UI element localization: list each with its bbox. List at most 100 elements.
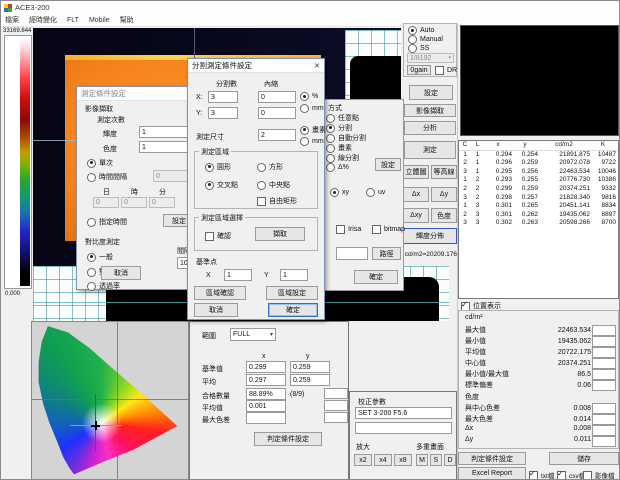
radio-manual[interactable]: Manual xyxy=(408,35,443,44)
close-icon[interactable]: ✕ xyxy=(314,62,320,70)
free-rect-checkbox[interactable]: 自由矩形 xyxy=(257,196,297,206)
measurement-listbox[interactable]: C L x y cd/m2 K 110.2940.25421891.875104… xyxy=(458,140,619,299)
radio-transmittance[interactable]: 透過率 xyxy=(87,281,120,291)
measure-condition-dialog[interactable]: 測定條件設定 影像擷取 測定次數 輝度 1 色度 1 單次 時間間隔 0 日 時… xyxy=(76,86,198,290)
zoom-x4-button[interactable]: x4 xyxy=(374,454,392,466)
radio-auto-split[interactable]: 自動分割 xyxy=(326,133,366,143)
area-set-button[interactable]: 區域設定 xyxy=(266,286,318,300)
table-row[interactable]: 120.2930.25520776.73010386 xyxy=(459,176,618,185)
judge-condition-button-2[interactable]: 判定條件設定 xyxy=(458,452,526,465)
y-division-field[interactable]: 3 xyxy=(208,107,238,119)
average-y-field[interactable]: 0.259 xyxy=(290,374,330,386)
image-capture-button[interactable]: 影像擷取 xyxy=(404,104,456,117)
radio-percent[interactable]: % xyxy=(300,92,318,101)
irisa-checkbox[interactable]: Irisa xyxy=(336,225,361,234)
split-ok-button[interactable]: 確定 xyxy=(268,303,318,317)
radio-split[interactable]: 分割 xyxy=(326,123,352,133)
title-bar[interactable]: ACE3-200 xyxy=(1,1,620,14)
zero-gain-button[interactable]: 0gain xyxy=(407,65,431,75)
multi-s-button[interactable]: S xyxy=(430,454,442,466)
luminance-distribution-button[interactable]: 輝度分佈 xyxy=(403,228,457,244)
table-row[interactable]: 320.2980.25721828.3409816 xyxy=(459,194,618,203)
capture-preview[interactable] xyxy=(460,25,619,136)
confirm-checkbox[interactable]: 確認 xyxy=(205,231,231,241)
txt-file-checkbox[interactable]: txt檔 xyxy=(529,470,554,480)
bitmap-checkbox[interactable]: bitmap xyxy=(372,225,405,234)
radio-single[interactable]: 單次 xyxy=(87,158,113,168)
table-row[interactable]: 310.2950.25622463.53410046 xyxy=(459,168,618,177)
radio-ss[interactable]: SS xyxy=(408,44,429,53)
base-x-field[interactable]: 1 xyxy=(224,269,252,281)
average-x-field[interactable]: 0.297 xyxy=(246,374,286,386)
delta-xy-button[interactable]: Δxy xyxy=(403,208,429,223)
menu-file[interactable]: 檔案 xyxy=(5,15,19,25)
analyze-button[interactable]: 分析 xyxy=(404,121,456,135)
radio-time-interval[interactable]: 時間間隔 xyxy=(87,172,127,182)
menu-flt[interactable]: FLT xyxy=(67,17,79,24)
area-confirm-button[interactable]: 區域確認 xyxy=(194,286,246,300)
delta-x-button[interactable]: Δx xyxy=(403,187,429,202)
delta-y-button[interactable]: Δy xyxy=(431,187,457,202)
radio-line-split[interactable]: 線分割 xyxy=(326,153,359,163)
radio-cross-point[interactable]: 交叉點 xyxy=(205,180,238,190)
radio-specified-time[interactable]: 指定時間 xyxy=(87,217,127,227)
capture-area-button[interactable]: 擷取 xyxy=(255,227,305,241)
excel-report-button[interactable]: Excel Report xyxy=(458,467,526,480)
zoom-x8-button[interactable]: x8 xyxy=(394,454,412,466)
radio-uv[interactable]: uv xyxy=(366,188,385,197)
menu-mobile[interactable]: Mobile xyxy=(89,17,110,24)
method-set-button[interactable]: 設定 xyxy=(375,158,401,171)
zoom-x2-button[interactable]: x2 xyxy=(354,454,372,466)
split-cancel-button[interactable]: 取消 xyxy=(194,303,238,317)
chroma-count-field[interactable]: 1 xyxy=(139,141,191,153)
method-ok-button[interactable]: 確定 xyxy=(354,270,398,284)
radio-circle[interactable]: 圓形 xyxy=(205,162,231,172)
y-inset-field[interactable]: 0 xyxy=(258,107,296,119)
dr-checkbox[interactable]: DR xyxy=(435,66,457,75)
measure-cancel-button[interactable]: 取消 xyxy=(101,266,141,280)
menu-time-change[interactable]: 經時變化 xyxy=(29,15,57,25)
save-button[interactable]: 儲存 xyxy=(549,452,619,465)
table-row[interactable]: 230.3010.26219435.0628897 xyxy=(459,211,618,220)
path-button[interactable]: 路徑 xyxy=(372,247,401,260)
menu-help[interactable]: 幫助 xyxy=(120,15,134,25)
multi-d-button[interactable]: D xyxy=(444,454,456,466)
radio-normal[interactable]: 一般 xyxy=(87,252,113,262)
radio-any-point[interactable]: 任意點 xyxy=(326,113,359,123)
x-division-field[interactable]: 3 xyxy=(208,91,238,103)
x-inset-field[interactable]: 0 xyxy=(258,91,296,103)
image-file-checkbox[interactable]: 影像檔 xyxy=(583,470,615,480)
shutter-dropdown[interactable]: 1/8192▾ xyxy=(407,53,454,63)
table-row[interactable]: 220.2990.25920374.2519332 xyxy=(459,185,618,194)
measure-button[interactable]: 測定 xyxy=(404,141,456,159)
radio-delta-pct[interactable]: Δ% xyxy=(326,163,349,172)
multi-m-button[interactable]: M xyxy=(416,454,428,466)
radio-mm-unit[interactable]: mm xyxy=(300,137,324,146)
split-dialog-titlebar[interactable]: 分割測定條件設定 ✕ xyxy=(188,59,324,73)
split-condition-dialog[interactable]: 分割測定條件設定 ✕ 分割數 內縮 X: 3 0 Y: 3 0 % mm 測定尺… xyxy=(187,58,325,320)
measure-dialog-titlebar[interactable]: 測定條件設定 xyxy=(77,87,197,101)
settings-button[interactable]: 設定 xyxy=(409,85,453,100)
range-dropdown[interactable]: FULL▾ xyxy=(230,328,276,341)
base-y-field[interactable]: 1 xyxy=(280,269,308,281)
table-row[interactable]: 130.3010.26520451.1418834 xyxy=(459,202,618,211)
cie-chromaticity-panel[interactable] xyxy=(31,321,189,480)
size-field[interactable]: 2 xyxy=(258,129,296,141)
table-row[interactable]: 110.2940.25421891.87510487 xyxy=(459,151,618,160)
graph3d-button[interactable]: 立體圖 xyxy=(403,165,429,179)
reference-x-field[interactable]: 0.299 xyxy=(246,361,286,373)
radio-pixel[interactable]: 畫素 xyxy=(326,143,352,153)
judge-condition-button[interactable]: 判定條件設定 xyxy=(254,432,322,446)
chroma-button[interactable]: 色度 xyxy=(431,208,457,223)
table-row[interactable]: 210.2960.25920972.0789722 xyxy=(459,159,618,168)
radio-square[interactable]: 方形 xyxy=(257,162,283,172)
contour-button[interactable]: 等高線 xyxy=(431,165,457,179)
output-path-field[interactable] xyxy=(336,247,368,260)
radio-pixel-unit[interactable]: 畫素 xyxy=(300,125,326,135)
luminance-count-field[interactable]: 1 xyxy=(139,126,191,138)
table-row[interactable]: 330.3020.26320598.2668700 xyxy=(459,219,618,228)
radio-center-point[interactable]: 中央點 xyxy=(257,180,290,190)
csv-file-checkbox[interactable]: csv檔 xyxy=(557,470,585,480)
radio-mm[interactable]: mm xyxy=(300,104,324,113)
radio-xy[interactable]: xy xyxy=(330,188,349,197)
